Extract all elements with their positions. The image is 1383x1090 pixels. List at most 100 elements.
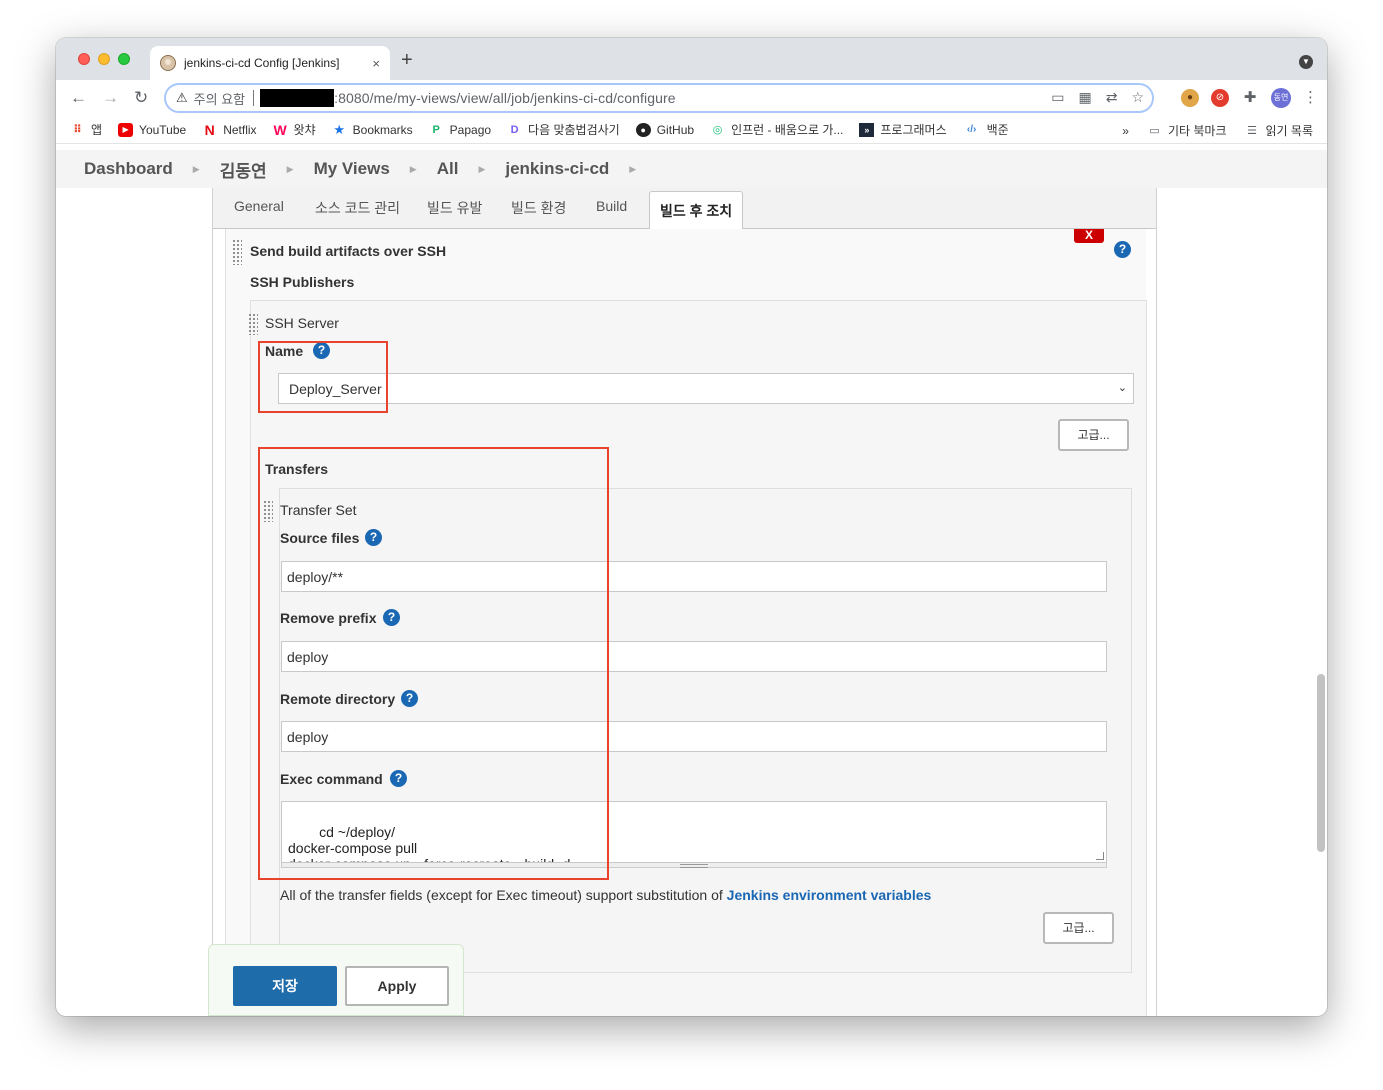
help-icon[interactable]: ?	[313, 342, 330, 359]
new-tab-button[interactable]: +	[401, 50, 413, 70]
help-icon[interactable]: ?	[365, 529, 382, 546]
github-icon: ●	[635, 122, 651, 137]
resize-grip-icon[interactable]	[1096, 852, 1104, 860]
security-label[interactable]: 주의 요함	[194, 89, 245, 108]
bookmarks-overflow-button[interactable]: »	[1122, 124, 1129, 138]
save-bar: 저장 Apply	[208, 944, 464, 1016]
server-name-value: Deploy_Server	[289, 381, 382, 397]
chevron-right-icon[interactable]: ▶	[287, 164, 294, 175]
crumb-all[interactable]: All	[437, 159, 459, 179]
help-icon[interactable]: ?	[401, 690, 418, 707]
url-text[interactable]: :8080/me/my-views/view/all/job/jenkins-c…	[334, 90, 676, 106]
help-icon[interactable]: ?	[383, 609, 400, 626]
address-bar[interactable]: ⚠ 주의 요함 :8080/me/my-views/view/all/job/j…	[164, 83, 1154, 113]
cast-icon[interactable]: ▭	[1051, 89, 1064, 106]
reading-list[interactable]: ☰ 읽기 목록	[1245, 122, 1313, 139]
bookmark-github[interactable]: ● GitHub	[635, 122, 694, 137]
source-files-input[interactable]: deploy/**	[281, 561, 1107, 592]
delete-section-button[interactable]: X	[1074, 229, 1104, 243]
bookmark-label: Netflix	[223, 122, 257, 137]
bookmark-label: Papago	[449, 122, 492, 137]
bookmarks-right: » ▭ 기타 북마크 ☰ 읽기 목록	[1122, 122, 1313, 139]
papago-icon: P	[432, 123, 440, 136]
tab-title: jenkins-ci-cd Config [Jenkins]	[184, 56, 340, 70]
save-button[interactable]: 저장	[233, 966, 337, 1006]
close-window-button[interactable]	[78, 53, 90, 65]
inflearn-icon: ◎	[712, 123, 723, 136]
more-menu-icon[interactable]: ⋮	[1303, 89, 1318, 107]
section-title: Send build artifacts over SSH	[250, 243, 447, 259]
puzzle-icon[interactable]: ✚	[1241, 89, 1259, 107]
qr-code-icon[interactable]: ▦	[1078, 89, 1091, 106]
tab-build-triggers[interactable]: 빌드 유발	[427, 198, 482, 218]
redacted-host	[260, 89, 335, 107]
server-name-select[interactable]: Deploy_Server ⌄	[278, 373, 1134, 404]
remote-directory-label: Remote directory	[280, 691, 396, 707]
remote-directory-input[interactable]: deploy	[281, 721, 1107, 752]
browser-tab[interactable]: jenkins-ci-cd Config [Jenkins] ×	[150, 46, 390, 80]
bookmark-netflix[interactable]: N Netflix	[202, 122, 257, 137]
advanced-button-2[interactable]: 고급...	[1043, 912, 1114, 944]
tab-scm[interactable]: 소스 코드 관리	[315, 198, 400, 218]
maximize-window-button[interactable]	[118, 53, 130, 65]
red-extension-icon[interactable]: ⊘	[1211, 89, 1229, 107]
chevron-right-icon[interactable]: ▶	[410, 164, 417, 175]
reload-icon[interactable]: ↻	[134, 88, 148, 108]
bookmark-bookmarks[interactable]: ★ Bookmarks	[332, 122, 412, 137]
tab-build-environment[interactable]: 빌드 환경	[511, 198, 566, 218]
chevron-right-icon[interactable]: ▶	[193, 164, 200, 175]
profile-avatar[interactable]: 동연	[1271, 88, 1291, 108]
bookmark-star-icon[interactable]: ☆	[1131, 89, 1144, 106]
tab-search-icon[interactable]: ▼	[1299, 55, 1313, 69]
remove-prefix-label: Remove prefix	[280, 610, 377, 626]
tab-close-icon[interactable]: ×	[372, 56, 380, 71]
bookmark-papago[interactable]: P Papago	[429, 122, 492, 137]
bookmark-programmers[interactable]: » 프로그래머스	[859, 121, 947, 138]
textarea-resize-bar[interactable]	[281, 863, 1107, 868]
browser-window: jenkins-ci-cd Config [Jenkins] × + ▼ ← →…	[56, 38, 1327, 1016]
drag-handle[interactable]	[263, 500, 273, 522]
crumb-job[interactable]: jenkins-ci-cd	[505, 159, 609, 179]
bookmark-inflearn[interactable]: ◎ 인프런 - 배움으로 가...	[710, 121, 844, 138]
translate-icon[interactable]: ⇄	[1106, 89, 1118, 106]
advanced-button[interactable]: 고급...	[1058, 419, 1129, 451]
crumb-dashboard[interactable]: Dashboard	[84, 159, 173, 179]
chevron-right-icon[interactable]: ▶	[629, 164, 636, 175]
tab-post-build-actions[interactable]: 빌드 후 조치	[649, 191, 744, 229]
bookmark-baekjoon[interactable]: ‹/› 백준	[963, 121, 1009, 138]
bookmark-apps[interactable]: ⠿ 앱	[70, 121, 102, 138]
reading-list-icon: ☰	[1247, 124, 1257, 137]
remove-prefix-input[interactable]: deploy	[281, 641, 1107, 672]
help-icon[interactable]: ?	[390, 770, 407, 787]
name-label: Name	[265, 343, 304, 359]
exec-command-textarea[interactable]: cd ~/deploy/ docker-compose pull docker-…	[281, 801, 1107, 863]
bookmark-daum[interactable]: D 다음 맞춤법검사기	[507, 121, 620, 138]
crumb-user[interactable]: 김동연	[220, 157, 267, 182]
bookmark-label: 백준	[986, 123, 1009, 137]
bookmark-label: 앱	[91, 123, 103, 137]
config-panel: General 소스 코드 관리 빌드 유발 빌드 환경 Build 빌드 후 …	[212, 188, 1157, 1016]
drag-handle[interactable]	[232, 239, 242, 265]
back-icon[interactable]: ←	[70, 88, 87, 108]
tab-general[interactable]: General	[234, 198, 284, 214]
exec-command-value: cd ~/deploy/ docker-compose pull docker-…	[288, 824, 570, 862]
chevron-right-icon[interactable]: ▶	[478, 164, 485, 175]
ssh-server-label: SSH Server	[265, 315, 339, 331]
tab-build[interactable]: Build	[596, 198, 627, 214]
forward-icon[interactable]: →	[102, 88, 119, 108]
ssh-publishers-label: SSH Publishers	[250, 274, 355, 290]
bookmark-youtube[interactable]: ▶ YouTube	[118, 122, 186, 137]
scrollbar[interactable]	[1317, 674, 1325, 852]
drag-handle[interactable]	[248, 313, 258, 335]
chevron-down-icon: ⌄	[1117, 382, 1127, 394]
other-bookmarks[interactable]: ▭ 기타 북마크	[1147, 122, 1227, 139]
minimize-window-button[interactable]	[98, 53, 110, 65]
bookmark-label: 기타 북마크	[1167, 124, 1227, 138]
apply-button[interactable]: Apply	[345, 966, 449, 1006]
bookmark-watcha[interactable]: W 왓챠	[273, 121, 315, 138]
help-icon[interactable]: ?	[1114, 241, 1131, 258]
cookie-extension-icon[interactable]: ●	[1181, 89, 1199, 107]
divider	[253, 90, 255, 106]
env-vars-link[interactable]: Jenkins environment variables	[727, 887, 932, 903]
crumb-my-views[interactable]: My Views	[314, 159, 390, 179]
